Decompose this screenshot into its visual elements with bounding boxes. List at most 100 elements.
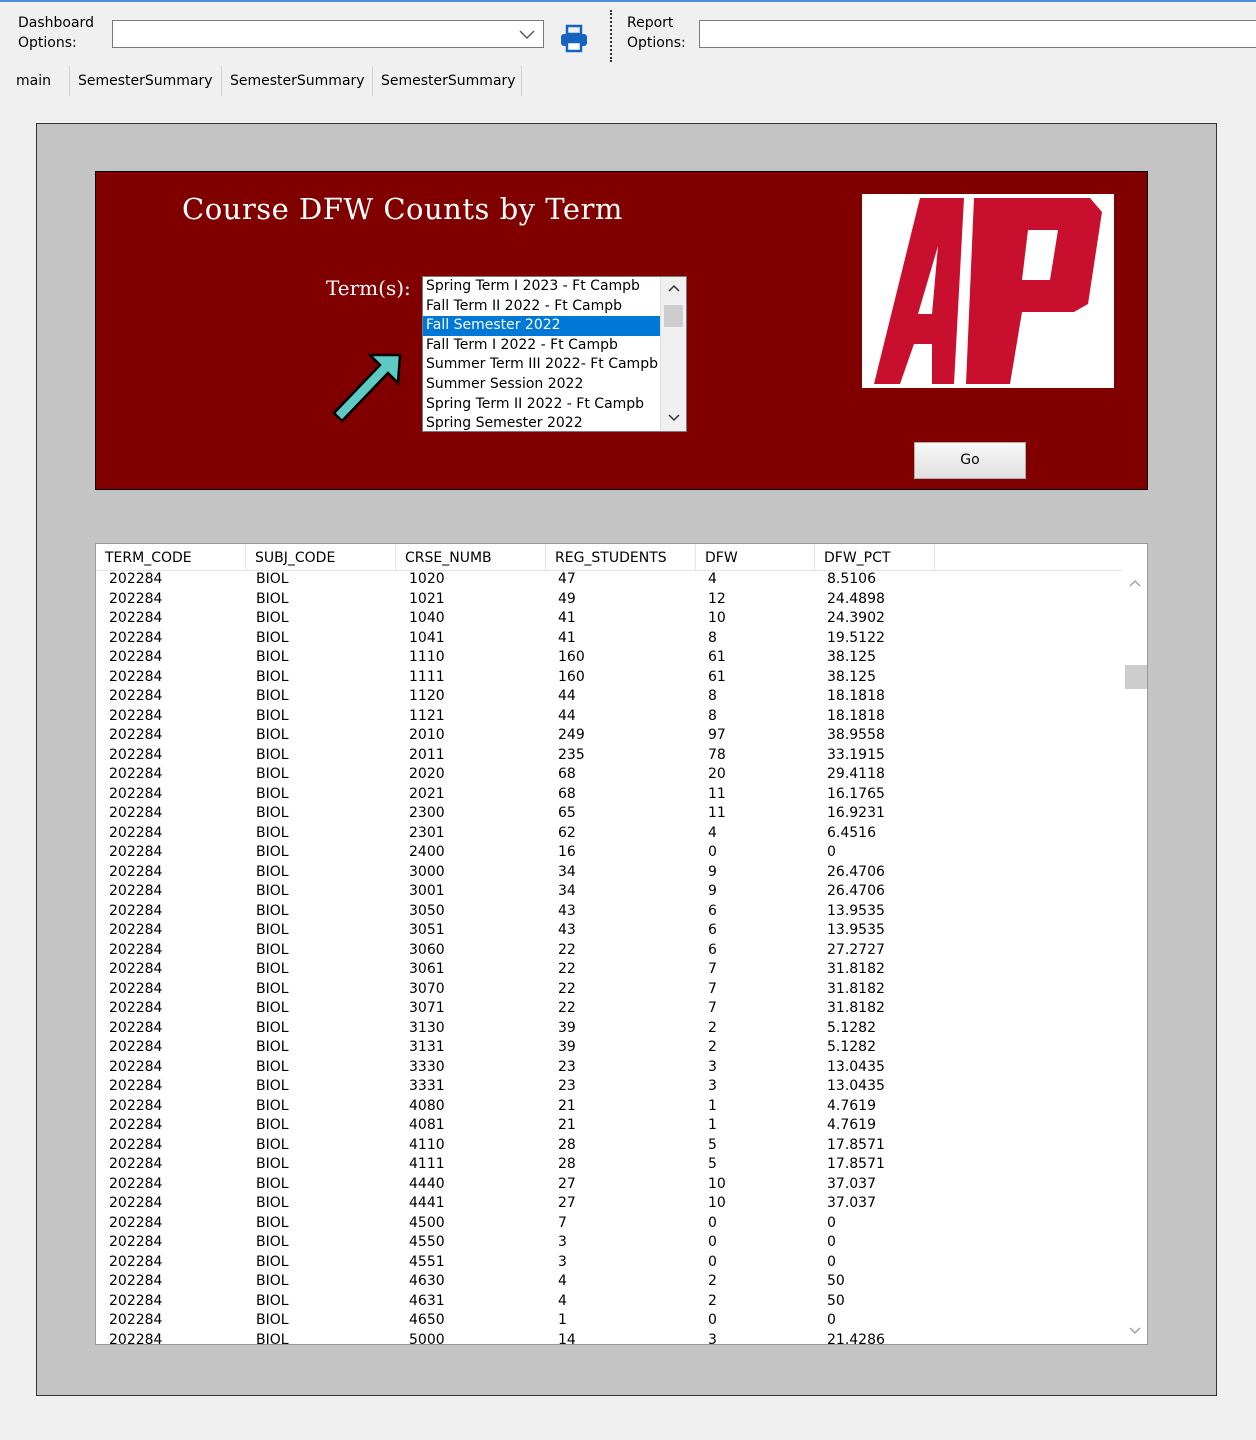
column-header-dfw[interactable]: DFW: [696, 544, 815, 570]
table-scrollbar[interactable]: [1122, 570, 1147, 1344]
table-row[interactable]: 202284 BIOL 4551 3 0 0: [96, 1253, 1122, 1273]
table-row[interactable]: 202284 BIOL 4631 4 2 50: [96, 1292, 1122, 1312]
table-cell: 202284: [109, 1136, 163, 1153]
table-cell: 34: [558, 883, 576, 899]
table-cell: 202284: [109, 883, 163, 899]
column-header-term-code[interactable]: TERM_CODE: [96, 544, 246, 570]
table-cell: BIOL: [256, 1175, 289, 1192]
tab-main[interactable]: main: [8, 66, 70, 96]
table-cell: 41: [558, 629, 576, 646]
table-cell: 1041: [409, 629, 445, 646]
table-row[interactable]: 202284 BIOL 1110 160 61 38.125: [96, 648, 1122, 668]
column-header-dfw-pct[interactable]: DFW_PCT: [815, 544, 935, 570]
table-row[interactable]: 202284 BIOL 1020 47 4 8.5106: [96, 570, 1122, 590]
table-row[interactable]: 202284 BIOL 1041 41 8 19.5122: [96, 629, 1122, 649]
table-row[interactable]: 202284 BIOL 2020 68 20 29.4118: [96, 765, 1122, 785]
table-row[interactable]: 202284 BIOL 3071 22 7 31.8182: [96, 999, 1122, 1019]
table-row[interactable]: 202284 BIOL 4500 7 0 0: [96, 1214, 1122, 1234]
table-row[interactable]: 202284 BIOL 2301 62 4 6.4516: [96, 824, 1122, 844]
report-options-dropdown[interactable]: [699, 20, 1256, 48]
table-cell: 5000: [409, 1331, 445, 1345]
table-row[interactable]: 202284 BIOL 2010 249 97 38.9558: [96, 726, 1122, 746]
scroll-down-icon[interactable]: [1128, 1326, 1142, 1336]
table-cell: BIOL: [256, 805, 289, 821]
table-cell: 20: [708, 766, 726, 782]
column-header-crse-numb[interactable]: CRSE_NUMB: [396, 544, 546, 570]
go-button[interactable]: Go: [914, 442, 1026, 479]
table-row[interactable]: 202284 BIOL 2011 235 78 33.1915: [96, 746, 1122, 766]
table-cell: 18.1818: [827, 688, 885, 704]
table-cell: 4440: [409, 1175, 445, 1192]
dashboard-options-dropdown[interactable]: [112, 20, 544, 48]
tab-semester-summary-1[interactable]: SemesterSummary: [70, 66, 222, 96]
table-cell: 6: [708, 902, 717, 919]
table-cell: 37.037: [827, 1195, 876, 1211]
table-cell: 3331: [409, 1078, 445, 1094]
table-row[interactable]: 202284 BIOL 1120 44 8 18.1818: [96, 687, 1122, 707]
table-row[interactable]: 202284 BIOL 3060 22 6 27.2727: [96, 941, 1122, 961]
terms-scroll-thumb[interactable]: [664, 305, 683, 327]
table-cell: 9: [708, 883, 717, 899]
table-row[interactable]: 202284 BIOL 2400 16 0 0: [96, 843, 1122, 863]
table-cell: 202284: [109, 1039, 163, 1055]
table-row[interactable]: 202284 BIOL 4440 27 10 37.037: [96, 1175, 1122, 1195]
column-header-subj-code[interactable]: SUBJ_CODE: [246, 544, 396, 570]
table-cell: 17.8571: [827, 1136, 885, 1153]
table-row[interactable]: 202284 BIOL 2300 65 11 16.9231: [96, 804, 1122, 824]
table-row[interactable]: 202284 BIOL 3000 34 9 26.4706: [96, 863, 1122, 883]
term-option[interactable]: Summer Session 2022: [423, 375, 660, 395]
table-row[interactable]: 202284 BIOL 4630 4 2 50: [96, 1272, 1122, 1292]
term-option[interactable]: Spring Semester 2022: [423, 414, 660, 431]
chevron-down-icon: [519, 30, 535, 39]
table-row[interactable]: 202284 BIOL 3061 22 7 31.8182: [96, 960, 1122, 980]
term-option[interactable]: Fall Term I 2022 - Ft Campb: [423, 336, 660, 356]
table-row[interactable]: 202284 BIOL 3130 39 2 5.1282: [96, 1019, 1122, 1039]
table-cell: BIOL: [256, 610, 289, 626]
table-row[interactable]: 202284 BIOL 1021 49 12 24.4898: [96, 590, 1122, 610]
table-row[interactable]: 202284 BIOL 4081 21 1 4.7619: [96, 1116, 1122, 1136]
table-cell: 4.7619: [827, 1117, 876, 1133]
table-cell: 202284: [109, 1331, 163, 1345]
table-row[interactable]: 202284 BIOL 3050 43 6 13.9535: [96, 902, 1122, 922]
tab-semester-summary-2[interactable]: SemesterSummary: [222, 66, 373, 96]
scroll-up-icon[interactable]: [1128, 578, 1142, 588]
scroll-down-icon[interactable]: [667, 413, 681, 423]
table-row[interactable]: 202284 BIOL 3051 43 6 13.9535: [96, 921, 1122, 941]
printer-icon[interactable]: [558, 24, 590, 54]
term-option[interactable]: Fall Term II 2022 - Ft Campb: [423, 297, 660, 317]
table-row[interactable]: 202284 BIOL 3001 34 9 26.4706: [96, 882, 1122, 902]
terms-listbox[interactable]: Spring Term I 2023 - Ft Campb Fall Term I…: [422, 276, 687, 432]
table-row[interactable]: 202284 BIOL 3330 23 3 13.0435: [96, 1058, 1122, 1078]
scroll-up-icon[interactable]: [667, 283, 681, 293]
table-row[interactable]: 202284 BIOL 4650 1 0 0: [96, 1311, 1122, 1331]
table-scroll-thumb[interactable]: [1125, 665, 1147, 689]
table-row[interactable]: 202284 BIOL 4441 27 10 37.037: [96, 1194, 1122, 1214]
table-row[interactable]: 202284 BIOL 5000 14 3 21.4286: [96, 1331, 1122, 1345]
table-cell: 4: [558, 1273, 567, 1289]
column-header-reg-students[interactable]: REG_STUDENTS: [546, 544, 696, 570]
terms-scrollbar[interactable]: [660, 277, 686, 431]
table-row[interactable]: 202284 BIOL 3131 39 2 5.1282: [96, 1038, 1122, 1058]
table-cell: 6: [708, 941, 717, 958]
table-row[interactable]: 202284 BIOL 1040 41 10 24.3902: [96, 609, 1122, 629]
term-option[interactable]: Fall Semester 2022: [423, 316, 660, 336]
table-row[interactable]: 202284 BIOL 3070 22 7 31.8182: [96, 980, 1122, 1000]
table-row[interactable]: 202284 BIOL 2021 68 11 16.1765: [96, 785, 1122, 805]
term-option[interactable]: Summer Term III 2022- Ft Campb: [423, 355, 660, 375]
table-cell: BIOL: [256, 1039, 289, 1055]
table-row[interactable]: 202284 BIOL 4110 28 5 17.8571: [96, 1136, 1122, 1156]
table-cell: 4110: [409, 1136, 445, 1153]
term-option[interactable]: Spring Term II 2022 - Ft Campb: [423, 395, 660, 415]
term-option[interactable]: Spring Term I 2023 - Ft Campb: [423, 277, 660, 297]
table-row[interactable]: 202284 BIOL 4080 21 1 4.7619: [96, 1097, 1122, 1117]
tab-semester-summary-3[interactable]: SemesterSummary: [373, 66, 522, 96]
results-table[interactable]: TERM_CODE SUBJ_CODE CRSE_NUMB REG_STUDEN…: [95, 543, 1148, 1345]
table-row[interactable]: 202284 BIOL 4111 28 5 17.8571: [96, 1155, 1122, 1175]
table-row[interactable]: 202284 BIOL 1121 44 8 18.1818: [96, 707, 1122, 727]
table-cell: BIOL: [256, 649, 289, 665]
table-row[interactable]: 202284 BIOL 1111 160 61 38.125: [96, 668, 1122, 688]
table-row[interactable]: 202284 BIOL 3331 23 3 13.0435: [96, 1077, 1122, 1097]
table-cell: 31.8182: [827, 980, 885, 997]
table-row[interactable]: 202284 BIOL 4550 3 0 0: [96, 1233, 1122, 1253]
table-cell: 4080: [409, 1097, 445, 1114]
